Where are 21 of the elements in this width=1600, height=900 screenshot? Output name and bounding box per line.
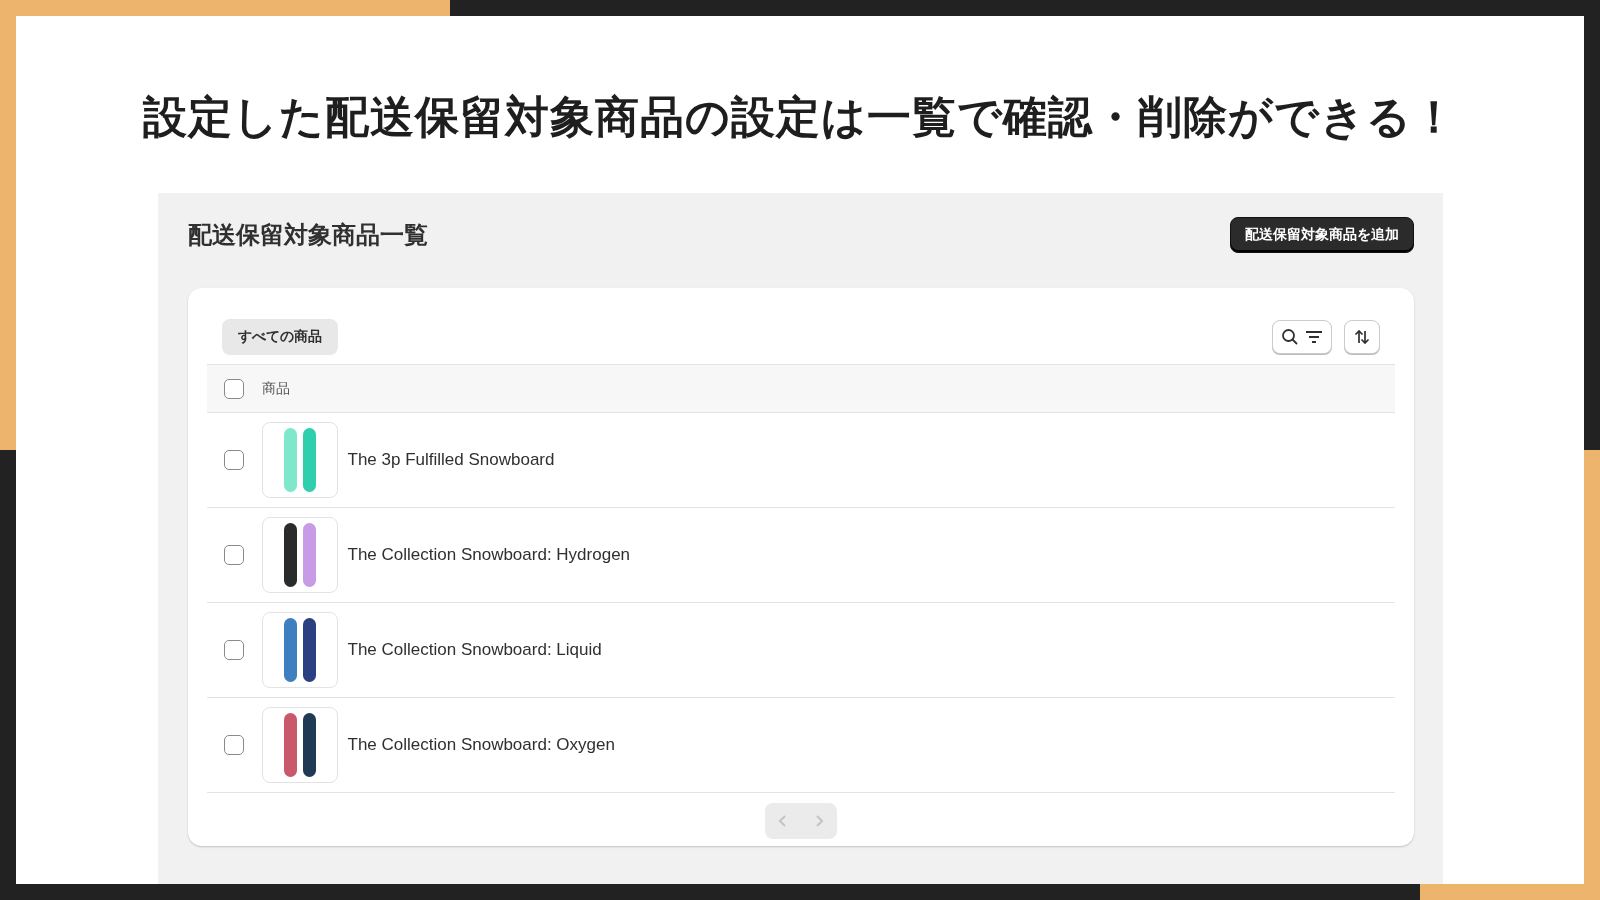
column-header: 商品 (261, 379, 290, 398)
add-button[interactable]: 配送保留対象商品を追加 (1229, 217, 1414, 253)
sort-button[interactable] (1343, 320, 1380, 354)
checkbox[interactable] (223, 378, 244, 399)
checkbox[interactable] (223, 735, 244, 755)
checkbox[interactable] (223, 450, 244, 470)
product-name: The Collection Snowboard: Oxygen (347, 735, 615, 755)
sort-icon (1352, 328, 1371, 346)
checkbox[interactable] (223, 640, 244, 660)
product-name: The Collection Snowboard: Hydrogen (347, 545, 631, 565)
search-filter-button[interactable] (1271, 320, 1332, 354)
headline: 設定した配送保留対象商品の設定は一覧で確認・削除ができる！ (143, 90, 1457, 144)
chevron-right-icon (813, 814, 824, 828)
search-icon (1280, 328, 1299, 346)
filter-tab[interactable]: すべての商品 (221, 319, 338, 355)
product-name: The Collection Snowboard: Liquid (347, 640, 602, 660)
page-title: 配送保留対象商品一覧 (187, 220, 428, 251)
product-name: The 3p Fulfilled Snowboard (347, 450, 555, 470)
checkbox[interactable] (223, 545, 244, 565)
chevron-left-icon (777, 814, 788, 828)
filter-icon (1304, 330, 1323, 344)
